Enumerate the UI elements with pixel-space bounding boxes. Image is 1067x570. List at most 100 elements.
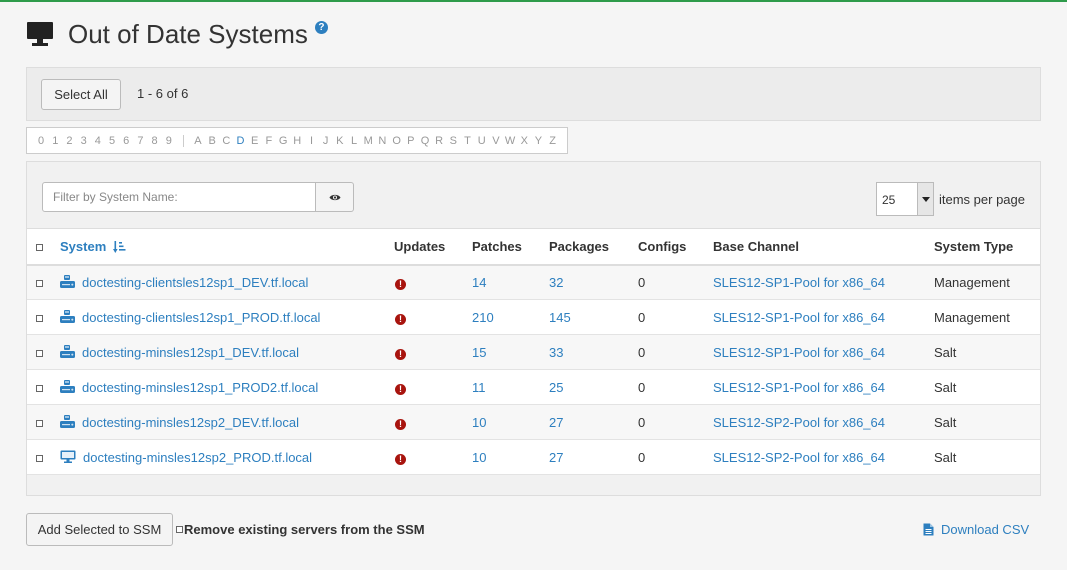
packages-link[interactable]: 33 [549, 345, 563, 360]
packages-link[interactable]: 27 [549, 415, 563, 430]
patches-link[interactable]: 14 [472, 275, 486, 290]
patches-cell: 10 [472, 439, 549, 475]
help-icon[interactable]: ? [314, 20, 328, 34]
packages-link[interactable]: 145 [549, 310, 571, 325]
patches-cell: 11 [472, 369, 549, 405]
patches-link[interactable]: 210 [472, 310, 494, 325]
system-link[interactable]: doctesting-clientsles12sp1_DEV.tf.local [82, 275, 308, 290]
filter-button[interactable] [316, 182, 354, 212]
items-per-page-label: items per page [939, 191, 1025, 207]
base-channel-cell: SLES12-SP1-Pool for x86_64 [713, 369, 934, 405]
table-row: doctesting-minsles12sp1_PROD2.tf.local! 1… [27, 369, 1040, 405]
select-all-checkbox[interactable] [36, 243, 43, 251]
packages-link[interactable]: 25 [549, 380, 563, 395]
systems-table: System Updates Patches Packages Configs … [27, 228, 1040, 475]
select-all-button[interactable]: Select All [41, 79, 121, 110]
letter-nav-r: R [435, 134, 444, 147]
column-header-patches: Patches [472, 228, 549, 266]
table-row: doctesting-minsles12sp2_PROD.tf.local! 10… [27, 439, 1040, 475]
items-per-page-select[interactable]: 25 [876, 182, 934, 216]
system-cell: doctesting-minsles12sp2_PROD.tf.local [60, 439, 394, 475]
row-checkbox-cell [27, 334, 60, 370]
table-header-row: System Updates Patches Packages Configs … [27, 228, 1040, 266]
page-header: Out of Date Systems ? [26, 16, 328, 52]
digit-nav-group: 0123456789 [27, 135, 183, 147]
patches-cell: 15 [472, 334, 549, 370]
column-header-system-type: System Type [934, 228, 1040, 266]
critical-alert-icon: ! [395, 383, 406, 395]
digit-nav-3: 3 [80, 134, 87, 147]
system-link[interactable]: doctesting-minsles12sp2_PROD.tf.local [83, 450, 312, 465]
patches-link[interactable]: 11 [472, 380, 486, 395]
packages-cell: 27 [549, 439, 638, 475]
remove-from-ssm-option: Remove existing servers from the SSM [176, 522, 425, 537]
letter-nav-f: F [265, 134, 273, 147]
updates-cell: ! [394, 334, 472, 370]
digit-nav-1: 1 [52, 134, 59, 147]
column-header-updates: Updates [394, 228, 472, 266]
server-icon [60, 414, 75, 428]
configs-cell: 0 [638, 299, 713, 335]
critical-alert-icon: ! [395, 278, 406, 290]
digit-nav-9: 9 [165, 134, 172, 147]
packages-link[interactable]: 32 [549, 275, 563, 290]
column-header-configs: Configs [638, 228, 713, 266]
table-row: doctesting-minsles12sp2_DEV.tf.local! 10 2… [27, 404, 1040, 440]
add-selected-to-ssm-button[interactable]: Add Selected to SSM [26, 513, 173, 546]
system-link[interactable]: doctesting-minsles12sp1_DEV.tf.local [82, 345, 299, 360]
letter-nav-group: ABCDEFGHIJKLMNOPQRSTUVWXYZ [182, 134, 567, 147]
sort-ascending-icon[interactable] [112, 240, 126, 253]
packages-link[interactable]: 27 [549, 450, 563, 465]
base-channel-link[interactable]: SLES12-SP1-Pool for x86_64 [713, 275, 885, 290]
base-channel-link[interactable]: SLES12-SP1-Pool for x86_64 [713, 345, 885, 360]
updates-cell: ! [394, 299, 472, 335]
base-channel-link[interactable]: SLES12-SP1-Pool for x86_64 [713, 380, 885, 395]
system-link[interactable]: doctesting-minsles12sp2_DEV.tf.local [82, 415, 299, 430]
patches-link[interactable]: 10 [472, 450, 486, 465]
base-channel-link[interactable]: SLES12-SP2-Pool for x86_64 [713, 415, 885, 430]
letter-nav-a: A [194, 134, 202, 147]
monitor-icon [27, 22, 53, 46]
digit-nav-2: 2 [66, 134, 73, 147]
letter-nav-d[interactable]: D [233, 135, 247, 147]
systems-panel: 25 items per page System Updates [26, 161, 1041, 496]
letter-nav-l: L [350, 134, 358, 147]
base-channel-link[interactable]: SLES12-SP2-Pool for x86_64 [713, 450, 885, 465]
letter-nav-x: X [520, 134, 528, 147]
configs-cell: 0 [638, 404, 713, 440]
base-channel-link[interactable]: SLES12-SP1-Pool for x86_64 [713, 310, 885, 325]
row-checkbox[interactable] [36, 314, 43, 322]
letter-nav-q: Q [420, 134, 430, 147]
letter-nav-c: C [222, 134, 231, 147]
letter-nav-z: Z [549, 134, 557, 147]
remove-from-ssm-label: Remove existing servers from the SSM [184, 522, 425, 537]
row-checkbox[interactable] [36, 454, 43, 462]
row-checkbox[interactable] [36, 349, 43, 357]
system-type-cell: Salt [934, 439, 1040, 475]
download-csv-label[interactable]: Download CSV [941, 522, 1029, 537]
row-checkbox[interactable] [36, 419, 43, 427]
download-csv-link[interactable]: Download CSV [923, 522, 1029, 537]
critical-alert-icon: ! [395, 418, 406, 430]
patches-link[interactable]: 10 [472, 415, 486, 430]
packages-cell: 27 [549, 404, 638, 440]
row-checkbox-cell [27, 439, 60, 475]
letter-nav-b: B [208, 134, 216, 147]
patches-cell: 10 [472, 404, 549, 440]
system-column-label[interactable]: System [60, 239, 106, 254]
configs-cell: 0 [638, 439, 713, 475]
system-type-cell: Salt [934, 369, 1040, 405]
system-link[interactable]: doctesting-clientsles12sp1_PROD.tf.local [82, 310, 320, 325]
column-header-system[interactable]: System [60, 228, 394, 266]
items-per-page-value: 25 [882, 193, 896, 207]
filter-input[interactable] [42, 182, 316, 212]
remove-from-ssm-checkbox[interactable] [176, 526, 183, 533]
row-checkbox[interactable] [36, 384, 43, 392]
base-channel-cell: SLES12-SP1-Pool for x86_64 [713, 334, 934, 370]
patches-link[interactable]: 15 [472, 345, 486, 360]
system-type-cell: Salt [934, 404, 1040, 440]
server-icon [60, 344, 75, 358]
system-cell: doctesting-minsles12sp2_DEV.tf.local [60, 404, 394, 440]
row-checkbox[interactable] [36, 279, 43, 287]
system-link[interactable]: doctesting-minsles12sp1_PROD2.tf.local [82, 380, 318, 395]
